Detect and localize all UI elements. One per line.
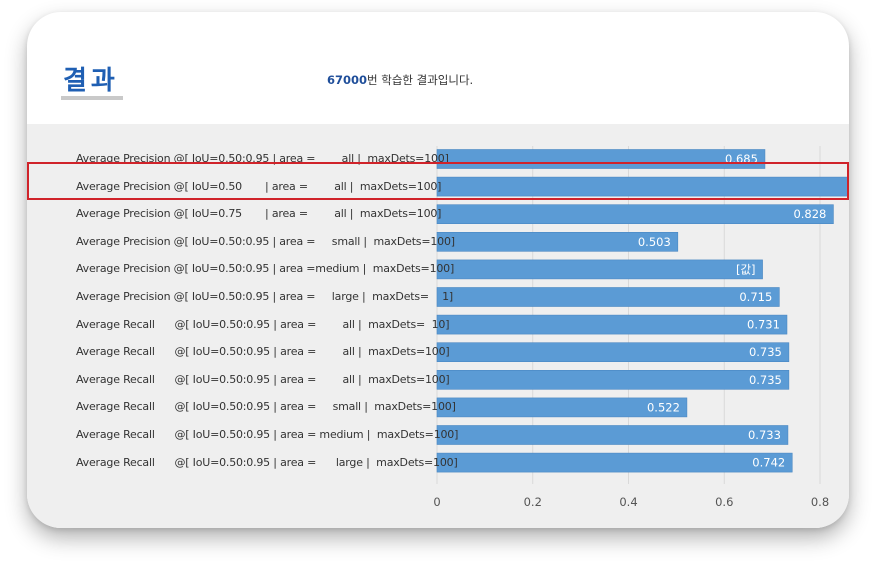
category-label: Average Precision @[ IoU=0.50:0.95 | are… — [76, 262, 455, 276]
subtitle: 67000번 학습한 결과입니다. — [327, 72, 473, 88]
x-tick-label: 0.8 — [811, 495, 829, 509]
data-label: 0.731 — [747, 318, 780, 332]
bar — [436, 204, 834, 224]
x-tick-label: 0.4 — [619, 495, 637, 509]
category-label: Average Recall @[ IoU=0.50:0.95 | area =… — [76, 345, 450, 359]
category-label: Average Precision @[ IoU=0.75 | area = a… — [76, 207, 442, 221]
x-tick-label: 0.6 — [715, 495, 733, 509]
bar — [436, 342, 790, 362]
data-label: 0.828 — [793, 207, 826, 221]
title-underline — [61, 96, 123, 100]
data-label: 0.742 — [752, 456, 785, 470]
bar — [436, 370, 790, 390]
bar — [436, 314, 788, 335]
category-label: Average Precision @[ IoU=0.50:0.95 | are… — [76, 234, 455, 248]
category-label: Average Recall @[ IoU=0.50:0.95 | area =… — [76, 428, 459, 441]
category-label: Average Recall @[ IoU=0.50:0.95 | area =… — [76, 455, 458, 469]
category-label: Average Precision @[ IoU=0.50:0.95 | are… — [76, 290, 454, 303]
bar — [436, 452, 793, 473]
data-label: 0.522 — [647, 400, 680, 414]
page-title: 결과 — [63, 66, 119, 96]
data-label: [값] — [736, 262, 756, 276]
result-card: 결과 67000번 학습한 결과입니다. 0.685 0.828 0.503 [값] 0… — [27, 12, 849, 528]
x-tick-label: 0 — [433, 495, 440, 509]
highlight-box — [27, 162, 849, 200]
data-label: 0.503 — [638, 235, 671, 249]
data-label: 0.733 — [748, 428, 781, 442]
bar — [436, 287, 780, 307]
data-label: 0.735 — [749, 345, 782, 359]
subtitle-text: 번 학습한 결과입니다. — [367, 73, 474, 87]
bar — [436, 259, 763, 280]
x-tick-label: 0.2 — [524, 495, 542, 509]
category-label: Average Recall @[ IoU=0.50:0.95 | area =… — [76, 317, 450, 331]
data-label: 0.715 — [739, 290, 772, 304]
data-label: 0.735 — [749, 373, 782, 387]
subtitle-number: 67000 — [327, 73, 368, 87]
bar — [436, 425, 789, 445]
category-label: Average Recall @[ IoU=0.50:0.95 | area =… — [76, 372, 450, 386]
category-label: Average Recall @[ IoU=0.50:0.95 | area =… — [76, 400, 456, 414]
